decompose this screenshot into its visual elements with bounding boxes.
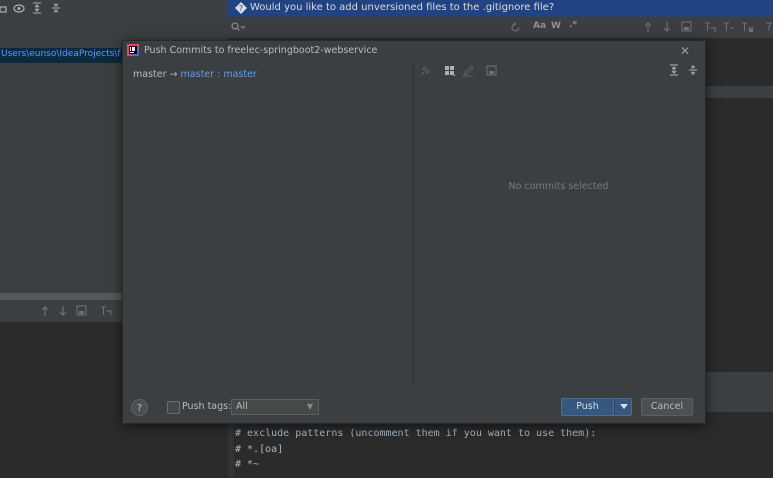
- editor-right-panel: [704, 372, 773, 412]
- arrow-up-icon[interactable]: [40, 305, 50, 317]
- details-toolbar: [414, 62, 703, 81]
- remote-target-link[interactable]: master: [181, 69, 215, 80]
- panel-splitter[interactable]: [0, 293, 122, 300]
- words-toggle[interactable]: W: [551, 21, 561, 31]
- cancel-button[interactable]: Cancel: [641, 398, 693, 416]
- editor-right-area: [704, 38, 773, 478]
- locate-icon[interactable]: [0, 4, 8, 14]
- remove-occurrence-icon[interactable]: [723, 21, 735, 33]
- collapse-all-icon[interactable]: [51, 2, 61, 14]
- local-branch: master: [133, 69, 167, 80]
- previous-occurrence-icon[interactable]: [643, 21, 653, 33]
- arrow-down-icon[interactable]: [58, 305, 68, 317]
- dialog-title: Push Commits to freelec-springboot2-webs…: [144, 45, 378, 56]
- eye-icon[interactable]: [13, 3, 25, 14]
- expand-all-icon[interactable]: [669, 64, 679, 76]
- code-line[interactable]: # exclude patterns (uncomment them if yo…: [235, 428, 596, 439]
- expand-all-icon[interactable]: [32, 2, 42, 14]
- commit-details-pane: [414, 81, 703, 384]
- question-diamond-icon: ?: [235, 2, 247, 14]
- collapse-all-icon[interactable]: [688, 64, 698, 76]
- branch-separator: :: [214, 69, 224, 80]
- notification-text: Would you like to add unversioned files …: [250, 2, 555, 13]
- regex-toggle[interactable]: .*: [569, 20, 577, 30]
- push-tags-select-value: All: [236, 401, 248, 412]
- pin-icon[interactable]: [419, 66, 430, 77]
- editor-right-header: [704, 86, 773, 98]
- search-icon[interactable]: [231, 22, 245, 32]
- filter-icon[interactable]: [100, 305, 112, 316]
- close-icon[interactable]: ✕: [680, 44, 690, 58]
- no-commits-message: No commits selected: [508, 181, 609, 192]
- push-arrow: →: [169, 69, 178, 80]
- group-by-icon[interactable]: [444, 65, 456, 77]
- dropdown-arrow-icon: [620, 404, 628, 409]
- help-button[interactable]: ?: [131, 399, 148, 416]
- push-button[interactable]: Push: [561, 398, 614, 416]
- add-occurrence-icon[interactable]: [704, 21, 716, 33]
- preview-icon[interactable]: [486, 65, 497, 76]
- remote-branch-link[interactable]: master: [223, 69, 257, 80]
- push-tags-checkbox[interactable]: [167, 401, 180, 414]
- filter-search-icon[interactable]: [765, 21, 773, 33]
- edit-icon[interactable]: [462, 65, 474, 77]
- toggle-select-icon[interactable]: [741, 21, 755, 33]
- push-targets-pane: [123, 62, 413, 384]
- next-occurrence-icon[interactable]: [662, 21, 672, 33]
- select-all-icon[interactable]: [681, 21, 692, 32]
- svg-text:?: ?: [239, 4, 243, 13]
- code-line[interactable]: # *~: [235, 459, 259, 470]
- history-icon[interactable]: [510, 22, 521, 33]
- window-icon[interactable]: [76, 305, 87, 316]
- project-path-text: Users\eunso\IdeaProjects\fre: [1, 49, 121, 59]
- editor-gutter: [228, 424, 234, 478]
- chevron-down-icon: ▼: [306, 402, 313, 411]
- push-tags-select[interactable]: All ▼: [231, 399, 319, 415]
- intellij-logo-icon: [127, 44, 139, 56]
- match-case-toggle[interactable]: Aa: [533, 21, 546, 31]
- push-target-row[interactable]: master → master : master: [133, 69, 257, 80]
- push-tags-label[interactable]: Push tags:: [182, 401, 231, 412]
- code-line[interactable]: # *.[oa]: [235, 444, 283, 455]
